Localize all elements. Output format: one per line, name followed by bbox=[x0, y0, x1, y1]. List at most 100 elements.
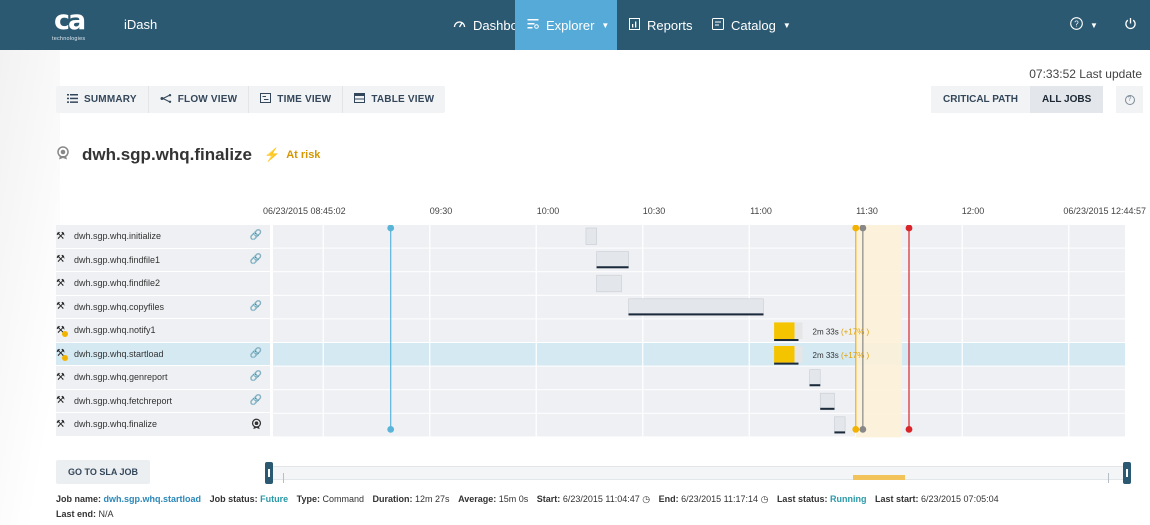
gantt-bar-percent: (+17% ) bbox=[841, 351, 870, 360]
gantt-row bbox=[273, 390, 1125, 413]
task-row[interactable]: ⚒ dwh.sgp.whq.findfile1 🔗 bbox=[56, 248, 270, 272]
link-icon[interactable]: 🔗 bbox=[250, 230, 262, 241]
gantt-bar-late bbox=[774, 322, 795, 339]
chevron-down-icon: ▼ bbox=[782, 20, 791, 30]
scroll-tick bbox=[1108, 473, 1109, 483]
type-label: Type: bbox=[296, 494, 320, 504]
app-root: ca technologies iDash Dashboard Explorer… bbox=[0, 0, 1150, 525]
clock-icon: ◷ bbox=[760, 494, 769, 504]
time-tick: 12:00 bbox=[961, 206, 985, 216]
logo-mark: ca bbox=[54, 5, 86, 36]
nav-explorer-label: Explorer bbox=[546, 17, 595, 33]
help-menu[interactable]: ? ▼ bbox=[1058, 0, 1110, 50]
link-icon[interactable]: 🔗 bbox=[250, 301, 262, 312]
gantt-bar bbox=[596, 274, 622, 293]
task-row[interactable]: ⚒ dwh.sgp.whq.notify1 bbox=[56, 319, 270, 343]
gantt-row bbox=[273, 319, 1125, 342]
gantt-bar-overrun bbox=[794, 322, 803, 339]
task-row[interactable]: ⚒ dwh.sgp.whq.genreport 🔗 bbox=[56, 366, 270, 390]
task-row[interactable]: ⚒ dwh.sgp.whq.finalize bbox=[56, 413, 270, 437]
task-row[interactable]: ⚒ dwh.sgp.whq.fetchreport 🔗 bbox=[56, 389, 270, 413]
scroll-handle-right[interactable] bbox=[1123, 462, 1131, 484]
tools-icon: ⚒ bbox=[56, 230, 65, 242]
tab-summary[interactable]: SUMMARY bbox=[56, 86, 149, 113]
current-time-line-bottom bbox=[387, 426, 395, 433]
scroll-track[interactable] bbox=[273, 466, 1123, 483]
task-row-selected[interactable]: ⚒ dwh.sgp.whq.startload 🔗 bbox=[56, 342, 270, 366]
last-status-label: Last status: bbox=[776, 494, 828, 504]
list-icon bbox=[67, 93, 78, 106]
warning-icon bbox=[62, 354, 68, 361]
tools-icon: ⚒ bbox=[56, 371, 65, 383]
time-view-icon bbox=[260, 93, 272, 106]
help-button[interactable]: ? bbox=[1116, 86, 1143, 113]
tools-icon: ⚒ bbox=[56, 395, 65, 407]
start-value: 6/23/2015 11:04:47 bbox=[562, 494, 640, 504]
app-title: iDash bbox=[124, 17, 158, 32]
tab-all-jobs[interactable]: ALL JOBS bbox=[1030, 86, 1104, 113]
deadline-line-bottom bbox=[859, 426, 867, 433]
link-icon[interactable]: 🔗 bbox=[250, 395, 262, 406]
time-tick: 09:30 bbox=[429, 206, 453, 216]
gantt-row bbox=[273, 413, 1125, 437]
time-tick: 10:30 bbox=[642, 206, 666, 216]
type-value: Command bbox=[322, 494, 364, 504]
task-row[interactable]: ⚒ dwh.sgp.whq.initialize 🔗 bbox=[56, 225, 270, 249]
task-list: ⚒ dwh.sgp.whq.initialize 🔗 ⚒ dwh.sgp.whq… bbox=[56, 225, 270, 437]
svg-text:?: ? bbox=[1074, 20, 1079, 29]
background-decoration bbox=[0, 50, 60, 525]
timeline-scroller[interactable] bbox=[265, 462, 1131, 484]
table-icon bbox=[354, 93, 366, 106]
job-header: dwh.sgp.whq.finalize ⚡ At risk bbox=[56, 145, 320, 165]
link-icon[interactable]: 🔗 bbox=[250, 348, 262, 359]
nav-reports[interactable]: Reports bbox=[617, 0, 705, 50]
timeline-start: 06/23/2015 08:45:02 bbox=[263, 206, 346, 216]
scroll-highlight bbox=[853, 475, 905, 480]
tab-flow-view[interactable]: FLOW VIEW bbox=[149, 86, 250, 113]
go-to-sla-job-button[interactable]: GO TO SLA JOB bbox=[56, 460, 151, 484]
gantt-row bbox=[273, 272, 1125, 295]
tab-table-view[interactable]: TABLE VIEW bbox=[343, 86, 445, 113]
gantt-bar bbox=[819, 392, 835, 411]
job-info-line: Job name: dwh.sgp.whq.startload Job stat… bbox=[56, 494, 999, 505]
warning-icon bbox=[62, 331, 68, 337]
gantt-bar bbox=[596, 251, 629, 269]
task-name: dwh.sgp.whq.notify1 bbox=[74, 325, 156, 336]
gantt-bar-late bbox=[774, 346, 795, 363]
task-name: dwh.sgp.whq.copyfiles bbox=[74, 301, 165, 312]
gantt-bar bbox=[834, 416, 846, 434]
ca-logo[interactable]: ca technologies bbox=[48, 5, 98, 44]
scroll-tick bbox=[283, 473, 284, 483]
nav-explorer[interactable]: Explorer ▼ bbox=[515, 0, 617, 50]
task-row[interactable]: ⚒ dwh.sgp.whq.copyfiles 🔗 bbox=[56, 295, 270, 319]
nav-catalog[interactable]: Catalog ▼ bbox=[700, 0, 803, 50]
power-button[interactable] bbox=[1112, 0, 1149, 50]
link-icon[interactable]: 🔗 bbox=[250, 371, 262, 382]
sla-line-bottom bbox=[905, 426, 913, 433]
chevron-down-icon: ▼ bbox=[1090, 20, 1098, 30]
explorer-icon bbox=[527, 18, 539, 32]
task-row[interactable]: ⚒ dwh.sgp.whq.findfile2 bbox=[56, 272, 270, 296]
link-icon[interactable]: 🔗 bbox=[250, 254, 262, 265]
dashboard-icon bbox=[453, 18, 466, 32]
start-label: Start: bbox=[536, 494, 561, 504]
reports-icon bbox=[629, 18, 640, 32]
task-name: dwh.sgp.whq.fetchreport bbox=[74, 395, 173, 406]
tools-icon: ⚒ bbox=[56, 254, 65, 266]
gantt-bar bbox=[809, 369, 821, 387]
scroll-handle-left[interactable] bbox=[265, 462, 273, 484]
tab-time-view[interactable]: TIME VIEW bbox=[249, 86, 344, 113]
gantt-row bbox=[273, 366, 1125, 390]
gantt-row-selected bbox=[273, 343, 1125, 366]
help-icon: ? bbox=[1070, 17, 1083, 33]
gantt-bar-annotation: 2m 33s (+17% ) bbox=[813, 327, 870, 336]
job-name-value[interactable]: dwh.sgp.whq.startload bbox=[104, 494, 202, 504]
view-tabs: SUMMARY FLOW VIEW TIME VIEW TABLE VIEW bbox=[56, 86, 446, 113]
tab-flow-view-label: FLOW VIEW bbox=[177, 94, 238, 105]
top-navbar: ca technologies iDash Dashboard Explorer… bbox=[0, 0, 1150, 50]
tools-icon: ⚒ bbox=[56, 277, 65, 289]
tab-summary-label: SUMMARY bbox=[84, 94, 137, 105]
task-name: dwh.sgp.whq.genreport bbox=[74, 372, 168, 383]
tab-critical-path[interactable]: CRITICAL PATH bbox=[931, 86, 1030, 113]
catalog-icon bbox=[712, 18, 724, 32]
